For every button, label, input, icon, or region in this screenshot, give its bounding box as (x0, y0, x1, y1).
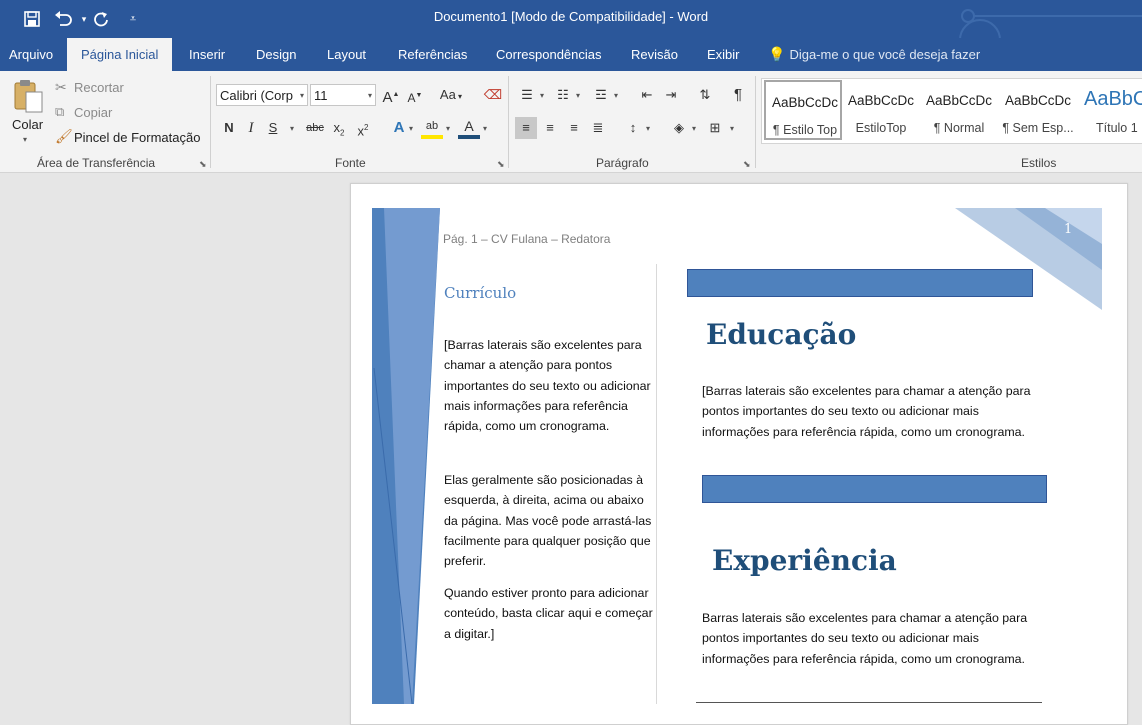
font-launcher-icon[interactable]: ⬊ (497, 159, 505, 170)
clear-formatting-icon[interactable]: ⌫ (482, 84, 504, 106)
font-family-select[interactable]: Calibri (Corp ▾ (216, 84, 308, 106)
group-separator (508, 76, 509, 168)
subscript-button[interactable]: x2 (328, 117, 350, 139)
italic-button[interactable]: I (240, 117, 262, 139)
sidebar-title[interactable]: Currículo (444, 284, 516, 302)
tab-inserir[interactable]: Inserir (189, 38, 225, 71)
bottom-rule (696, 702, 1042, 703)
bold-button[interactable]: N (218, 117, 240, 139)
font-color-button[interactable]: A (458, 115, 480, 139)
column-divider (656, 264, 657, 704)
line-spacing-icon[interactable]: ↕ (622, 117, 644, 139)
line-spacing-dropdown-icon[interactable]: ▾ (646, 124, 650, 133)
numbering-icon[interactable]: ☷ (552, 84, 574, 106)
tell-me-box[interactable]: 💡 Diga-me o que você deseja fazer (768, 38, 980, 71)
format-painter-icon: 🖌 (55, 128, 73, 144)
sidebar-paragraph-2[interactable]: Elas geralmente são posicionadas à esque… (444, 470, 656, 571)
font-color-dropdown-icon[interactable]: ▾ (483, 124, 487, 133)
tab-pagina-inicial[interactable]: Página Inicial (67, 38, 173, 71)
sidebar-band-graphic (372, 208, 440, 704)
copy-button[interactable]: Copiar (74, 105, 112, 120)
font-group-label: Fonte (335, 156, 366, 170)
experience-heading[interactable]: Experiência (712, 544, 897, 577)
group-separator (210, 76, 211, 168)
style-sem-espacamento[interactable]: AaBbCcDc ¶ Sem Esp... (999, 80, 1077, 140)
highlight-dropdown-icon[interactable]: ▾ (446, 124, 450, 133)
tab-exibir[interactable]: Exibir (707, 38, 740, 71)
style-normal[interactable]: AaBbCcDc ¶ Normal (920, 80, 998, 140)
show-marks-button[interactable]: ¶ (727, 84, 749, 106)
education-heading[interactable]: Educação (706, 318, 856, 351)
highlight-button[interactable]: ab (421, 115, 443, 139)
style-estilotop[interactable]: AaBbCcDc EstiloTop (842, 80, 920, 140)
tab-correspondencias[interactable]: Correspondências (496, 38, 602, 71)
cut-button[interactable]: Recortar (74, 80, 124, 95)
borders-dropdown-icon[interactable]: ▾ (730, 124, 734, 133)
underline-dropdown-icon[interactable]: ▾ (290, 124, 294, 133)
change-case-button[interactable]: Aa ▾ (436, 84, 466, 106)
shading-icon[interactable]: ◈ (668, 117, 690, 139)
shading-dropdown-icon[interactable]: ▾ (692, 124, 696, 133)
group-separator (755, 76, 756, 168)
style-titulo-1[interactable]: AaBbC Título 1 (1078, 80, 1142, 140)
format-painter-button[interactable]: Pincel de Formatação (74, 130, 200, 145)
tab-revisao[interactable]: Revisão (631, 38, 678, 71)
education-body[interactable]: [Barras laterais são excelentes para cha… (702, 381, 1042, 442)
paragraph-launcher-icon[interactable]: ⬊ (743, 159, 751, 170)
multilevel-list-icon[interactable]: ☲ (590, 84, 612, 106)
tab-arquivo[interactable]: Arquivo (9, 38, 53, 71)
tab-referencias[interactable]: Referências (398, 38, 467, 71)
text-effects-dropdown-icon[interactable]: ▾ (409, 124, 413, 133)
scissors-icon: ✂ (55, 79, 67, 95)
page-header-text[interactable]: Pág. 1 – CV Fulana – Redatora (443, 232, 610, 246)
text-effects-button[interactable]: A (388, 117, 410, 139)
underline-button[interactable]: S (262, 117, 284, 139)
tab-layout[interactable]: Layout (327, 38, 366, 71)
sort-icon[interactable]: ⇅ (694, 84, 716, 106)
multilevel-dropdown-icon[interactable]: ▾ (614, 91, 618, 100)
increase-indent-icon[interactable]: ⇥ (660, 84, 682, 106)
align-left-icon[interactable]: ≡ (515, 117, 537, 139)
bullets-icon[interactable]: ☰ (516, 84, 538, 106)
grow-font-button[interactable]: A▲ (380, 84, 402, 106)
page-number: 1 (1064, 222, 1073, 237)
borders-icon[interactable]: ⊞ (704, 117, 726, 139)
paragraph-group-label: Parágrafo (596, 156, 649, 170)
decrease-indent-icon[interactable]: ⇤ (636, 84, 658, 106)
style-estilo-top[interactable]: AaBbCcDc ¶ Estilo Top (764, 80, 842, 140)
paste-dropdown-icon[interactable]: ▾ (23, 135, 27, 144)
clipboard-group-label: Área de Transferência (37, 156, 156, 170)
copy-icon: ⧉ (55, 104, 65, 119)
align-center-icon[interactable]: ≡ (539, 117, 561, 139)
shrink-font-button[interactable]: A▼ (404, 85, 426, 107)
clipboard-paste-icon[interactable] (10, 78, 46, 114)
strikethrough-button[interactable]: abc (302, 117, 328, 139)
sidebar-paragraph-3[interactable]: Quando estiver pronto para adicionar con… (444, 583, 656, 644)
bullets-dropdown-icon[interactable]: ▾ (540, 91, 544, 100)
paste-label[interactable]: Colar (12, 117, 43, 132)
experience-band[interactable] (702, 475, 1047, 503)
tell-me-placeholder: Diga-me o que você deseja fazer (789, 47, 981, 62)
styles-group-label: Estilos (1021, 156, 1057, 170)
superscript-button[interactable]: x2 (352, 117, 374, 139)
experience-body[interactable]: Barras laterais são excelentes para cham… (702, 608, 1042, 669)
education-band[interactable] (687, 269, 1033, 297)
tab-design[interactable]: Design (256, 38, 296, 71)
clipboard-launcher-icon[interactable]: ⬊ (199, 159, 207, 170)
numbering-dropdown-icon[interactable]: ▾ (576, 91, 580, 100)
justify-icon[interactable]: ≣ (587, 117, 609, 139)
sidebar-paragraph-1[interactable]: [Barras laterais são excelentes para cha… (444, 335, 656, 436)
align-right-icon[interactable]: ≡ (563, 117, 585, 139)
lightbulb-icon: 💡 (768, 46, 786, 62)
font-size-select[interactable]: 11 ▾ (310, 84, 376, 106)
